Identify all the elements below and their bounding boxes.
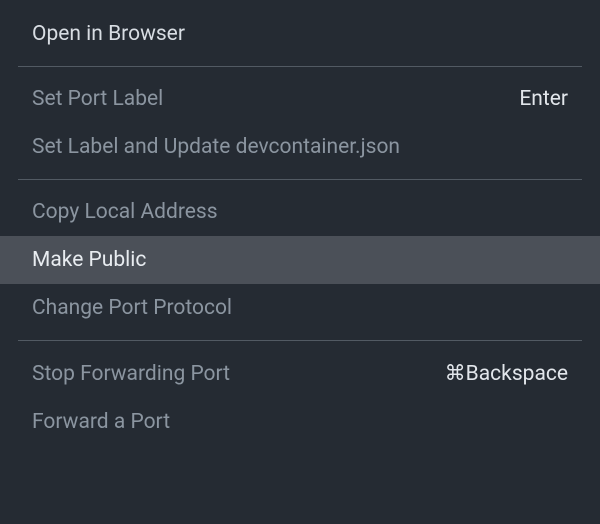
menu-item-set-port-label[interactable]: Set Port Label Enter <box>0 75 600 123</box>
menu-item-set-label-update-devcontainer[interactable]: Set Label and Update devcontainer.json <box>0 123 600 171</box>
menu-separator <box>18 179 582 180</box>
menu-item-label: Make Public <box>32 248 146 272</box>
menu-item-open-in-browser[interactable]: Open in Browser <box>0 10 600 58</box>
menu-item-make-public[interactable]: Make Public <box>0 236 600 284</box>
menu-item-label: Set Label and Update devcontainer.json <box>32 135 400 159</box>
menu-item-change-port-protocol[interactable]: Change Port Protocol <box>0 284 600 332</box>
menu-separator <box>18 66 582 67</box>
menu-item-forward-a-port[interactable]: Forward a Port <box>0 398 600 446</box>
menu-item-label: Change Port Protocol <box>32 296 232 320</box>
menu-item-label: Forward a Port <box>32 410 170 434</box>
menu-item-copy-local-address[interactable]: Copy Local Address <box>0 188 600 236</box>
menu-item-label: Stop Forwarding Port <box>32 362 230 386</box>
menu-item-label: Open in Browser <box>32 22 185 46</box>
menu-separator <box>18 340 582 341</box>
menu-item-stop-forwarding-port[interactable]: Stop Forwarding Port ⌘Backspace <box>0 349 600 398</box>
menu-item-label: Set Port Label <box>32 87 163 111</box>
menu-item-shortcut: ⌘Backspace <box>445 361 568 386</box>
menu-item-label: Copy Local Address <box>32 200 218 224</box>
context-menu: Open in Browser Set Port Label Enter Set… <box>0 0 600 456</box>
menu-item-shortcut: Enter <box>519 87 568 111</box>
